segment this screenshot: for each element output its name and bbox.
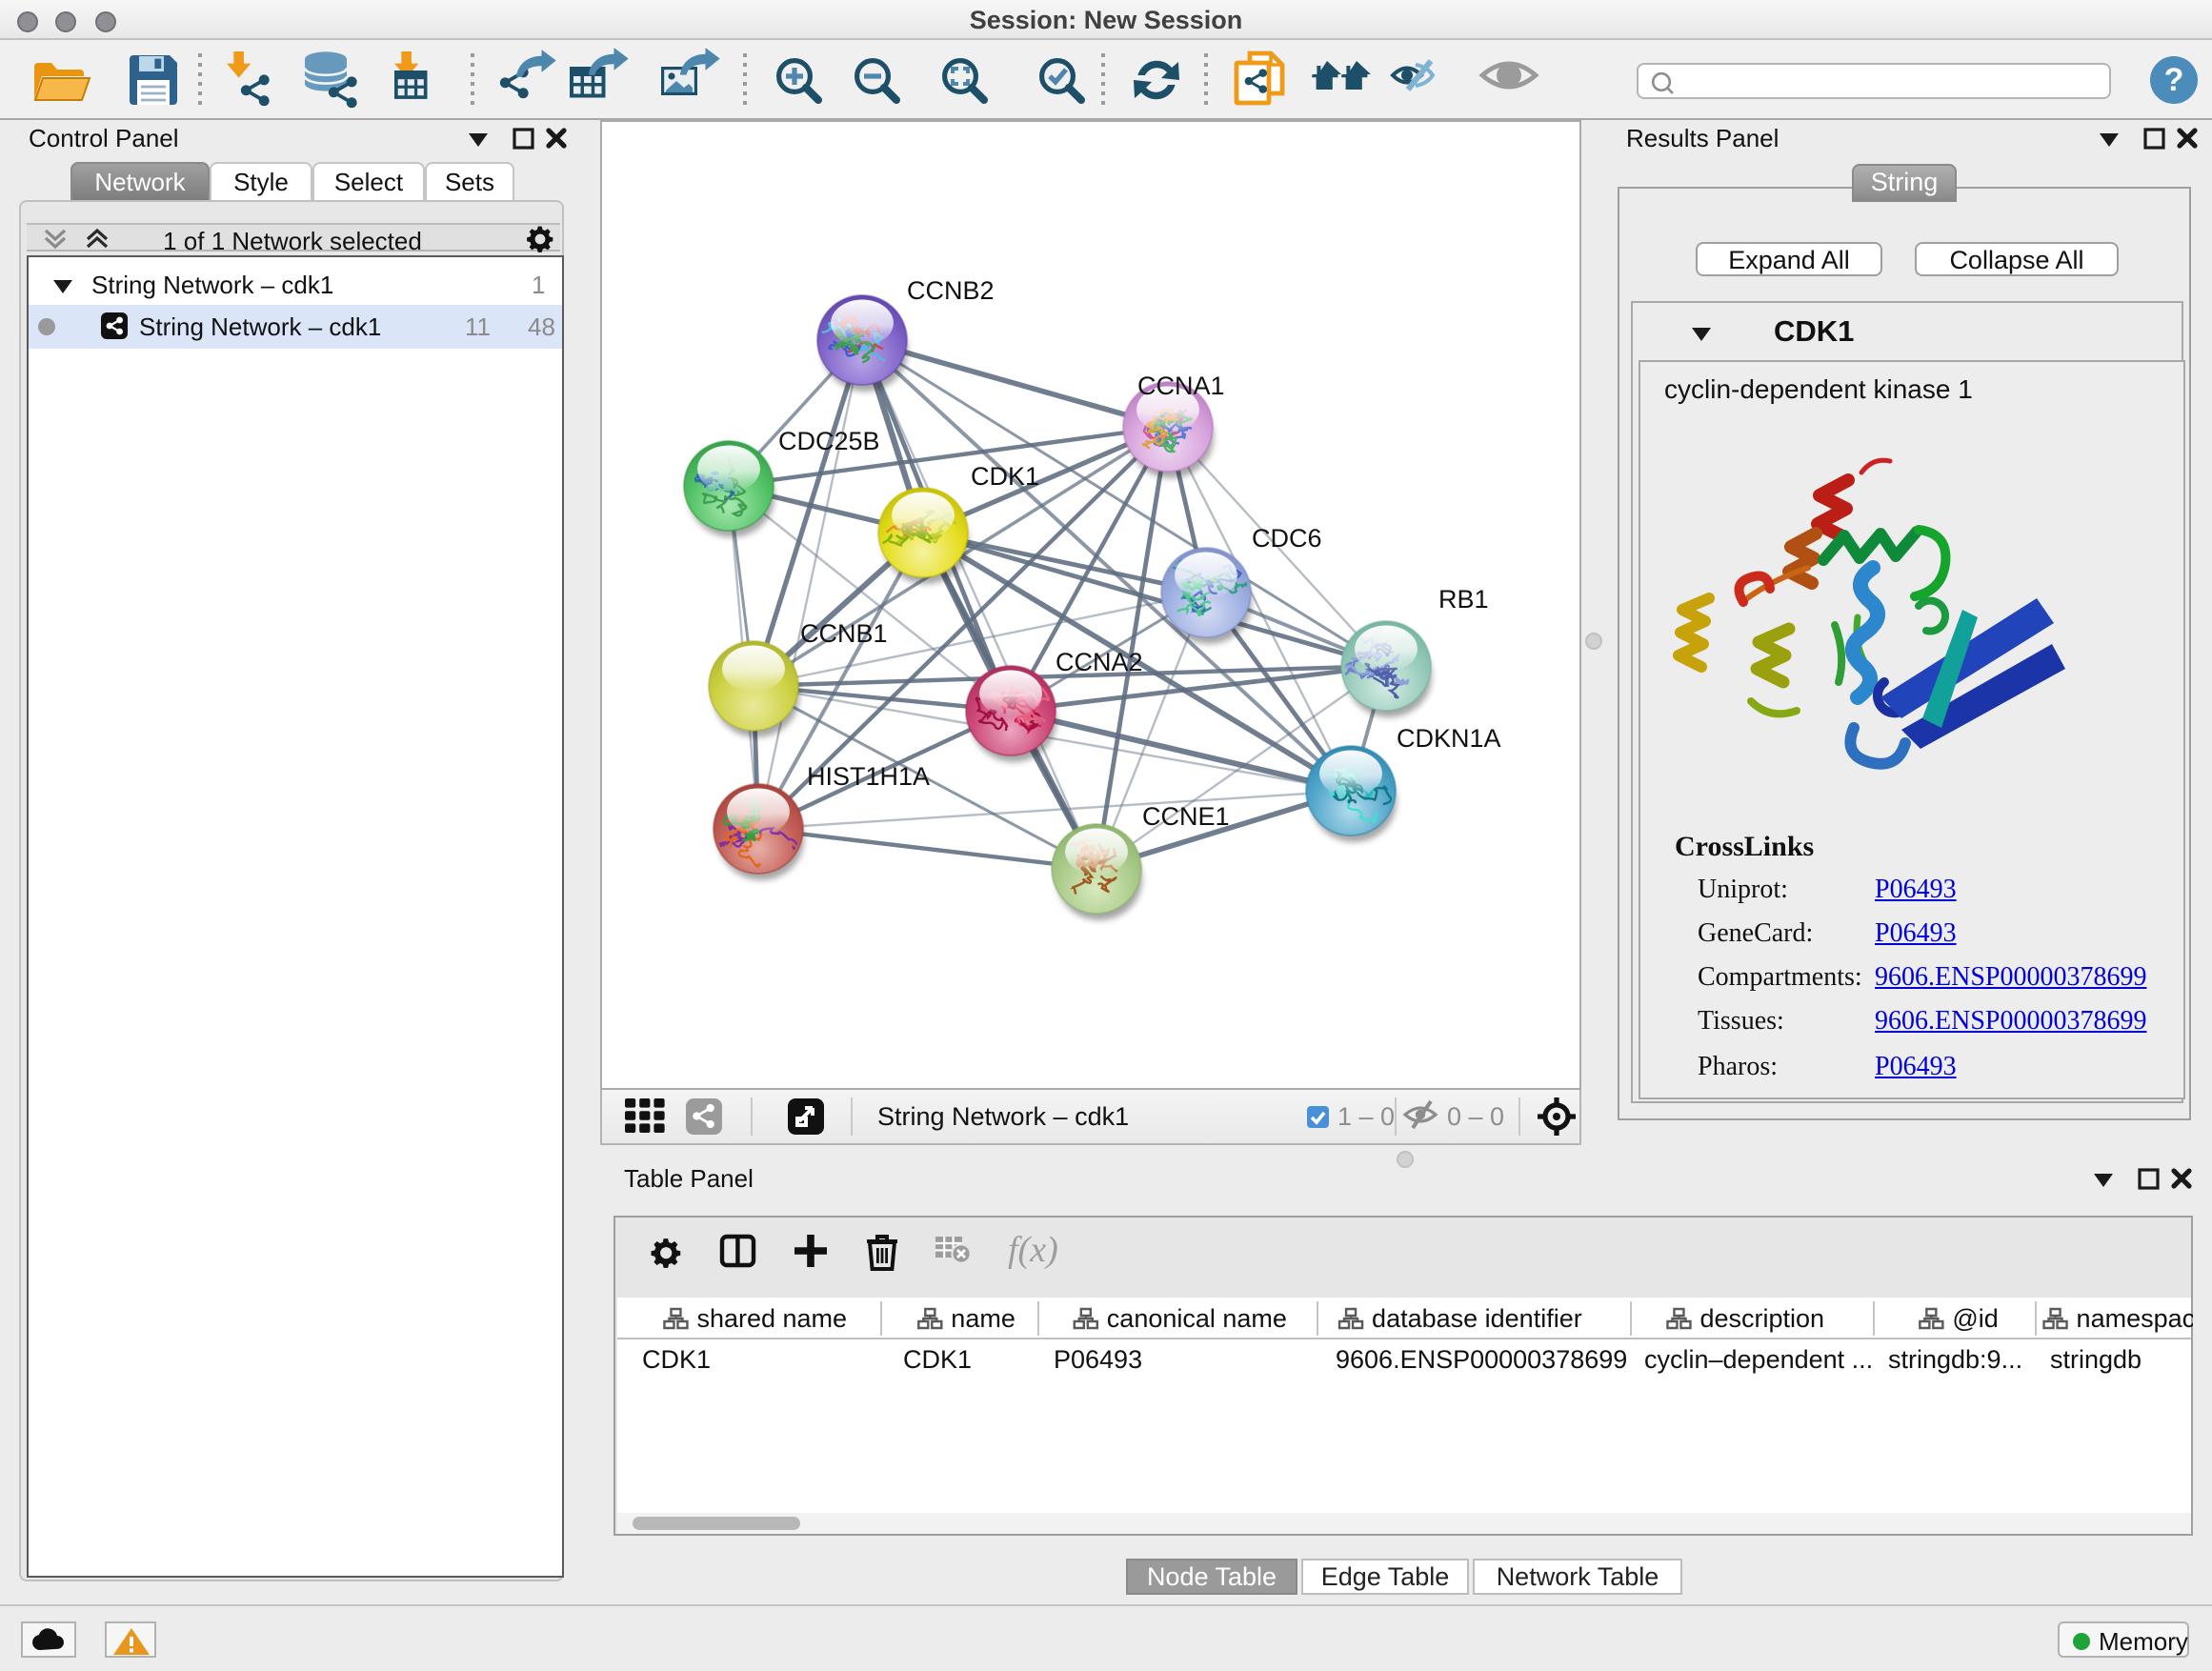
svg-text:9606.ENSP00000378699: 9606.ENSP00000378699: [1335, 1345, 1626, 1374]
svg-text:name: name: [950, 1304, 1015, 1333]
svg-text:database identifier: database identifier: [1371, 1304, 1581, 1333]
svg-text:@id: @id: [1951, 1304, 1997, 1333]
svg-text:shared name: shared name: [695, 1304, 846, 1333]
svg-text:P06493: P06493: [1053, 1345, 1141, 1374]
svg-text:RB1: RB1: [1438, 585, 1488, 614]
svg-text:description: description: [1699, 1304, 1823, 1333]
svg-text:1 – 0: 1 – 0: [1337, 1102, 1394, 1131]
svg-text:namespace: namespace: [2076, 1304, 2192, 1333]
svg-text:?: ?: [2164, 62, 2184, 98]
svg-text:CDK1: CDK1: [641, 1345, 710, 1374]
svg-text:CCNE1: CCNE1: [1141, 802, 1229, 831]
svg-text:canonical name: canonical name: [1106, 1304, 1286, 1333]
svg-text:String Network – cdk1: String Network – cdk1: [876, 1102, 1128, 1131]
svg-text:stringdb: stringdb: [2049, 1345, 2141, 1374]
svg-text:CDC25B: CDC25B: [777, 427, 879, 455]
svg-text:CCNB1: CCNB1: [799, 619, 887, 648]
svg-text:HIST1H1A: HIST1H1A: [806, 762, 929, 791]
svg-text:CCNA1: CCNA1: [1136, 372, 1224, 400]
svg-text:0 – 0: 0 – 0: [1446, 1102, 1503, 1131]
svg-text:CCNB2: CCNB2: [906, 276, 994, 305]
svg-text:f(x): f(x): [1007, 1230, 1057, 1270]
svg-text:CDK1: CDK1: [902, 1345, 971, 1374]
svg-text:CCNA2: CCNA2: [1055, 648, 1142, 676]
svg-text:CDC6: CDC6: [1251, 524, 1321, 553]
svg-text:cyclin–dependent ...: cyclin–dependent ...: [1643, 1345, 1872, 1374]
svg-text:stringdb:9...: stringdb:9...: [1887, 1345, 2021, 1374]
svg-text:CDKN1A: CDKN1A: [1396, 724, 1500, 753]
svg-text:CDK1: CDK1: [970, 462, 1038, 491]
